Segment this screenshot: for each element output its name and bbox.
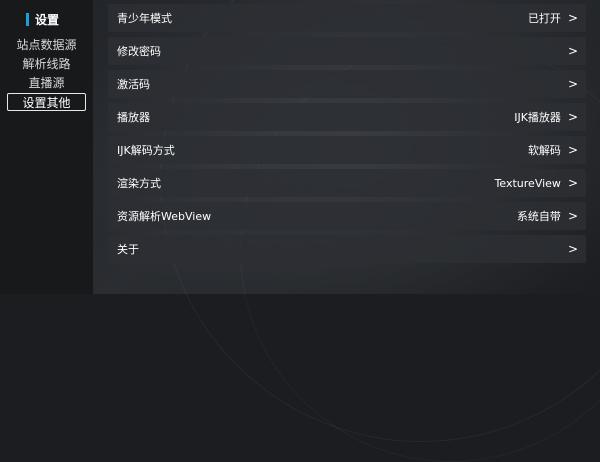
setting-right: TextureView > bbox=[495, 176, 578, 190]
sidebar-list: 站点数据源 解析线路 直播源 设置其他 bbox=[7, 36, 86, 112]
sidebar: 设置 站点数据源 解析线路 直播源 设置其他 bbox=[0, 0, 93, 294]
chevron-right-icon: > bbox=[567, 77, 578, 91]
setting-value: 已打开 bbox=[527, 12, 561, 25]
setting-value: 系统自带 bbox=[516, 210, 561, 223]
chevron-right-icon: > bbox=[567, 242, 578, 256]
sidebar-item-live-source[interactable]: 直播源 bbox=[7, 74, 86, 92]
setting-right: 已打开 > bbox=[528, 10, 578, 26]
chevron-right-icon: > bbox=[567, 44, 578, 58]
accent-bar bbox=[26, 13, 29, 26]
sidebar-title: 设置 bbox=[35, 13, 60, 27]
setting-row-webview[interactable]: 资源解析WebView 系统自带 > bbox=[108, 202, 586, 230]
sidebar-item-parse-route[interactable]: 解析线路 bbox=[7, 55, 86, 73]
setting-label: 资源解析WebView bbox=[117, 210, 212, 223]
setting-label: 渲染方式 bbox=[117, 177, 161, 190]
setting-value: IJK播放器 bbox=[514, 111, 561, 124]
setting-label: 播放器 bbox=[117, 111, 150, 124]
setting-right: > bbox=[561, 242, 578, 256]
sidebar-item-other-settings[interactable]: 设置其他 bbox=[7, 93, 86, 111]
sidebar-item-site-data-source[interactable]: 站点数据源 bbox=[7, 36, 86, 54]
setting-row-change-password[interactable]: 修改密码 > bbox=[108, 37, 586, 65]
setting-right: > bbox=[561, 77, 578, 91]
setting-label: 激活码 bbox=[117, 78, 150, 91]
setting-row-about[interactable]: 关于 > bbox=[108, 235, 586, 263]
chevron-right-icon: > bbox=[567, 209, 578, 223]
setting-right: IJK播放器 > bbox=[514, 109, 578, 125]
setting-row-teen-mode[interactable]: 青少年模式 已打开 > bbox=[108, 4, 586, 32]
chevron-right-icon: > bbox=[567, 143, 578, 157]
setting-row-ijk-decode[interactable]: IJK解码方式 软解码 > bbox=[108, 136, 586, 164]
setting-row-activation-code[interactable]: 激活码 > bbox=[108, 70, 586, 98]
setting-label: 修改密码 bbox=[117, 45, 161, 58]
setting-label: IJK解码方式 bbox=[117, 144, 175, 157]
settings-list: 青少年模式 已打开 > 修改密码 > 激活码 > 播放器 IJK播放器 > IJ… bbox=[108, 4, 586, 268]
setting-row-render-mode[interactable]: 渲染方式 TextureView > bbox=[108, 169, 586, 197]
setting-right: 系统自带 > bbox=[517, 208, 578, 224]
setting-value: 软解码 bbox=[527, 144, 561, 157]
setting-row-player[interactable]: 播放器 IJK播放器 > bbox=[108, 103, 586, 131]
chevron-right-icon: > bbox=[567, 110, 578, 124]
chevron-right-icon: > bbox=[567, 176, 578, 190]
sidebar-header: 设置 bbox=[26, 11, 59, 28]
setting-label: 青少年模式 bbox=[117, 12, 172, 25]
setting-right: > bbox=[561, 44, 578, 58]
setting-value: TextureView bbox=[494, 176, 561, 190]
chevron-right-icon: > bbox=[567, 11, 578, 25]
setting-label: 关于 bbox=[117, 243, 139, 256]
setting-right: 软解码 > bbox=[528, 142, 578, 158]
